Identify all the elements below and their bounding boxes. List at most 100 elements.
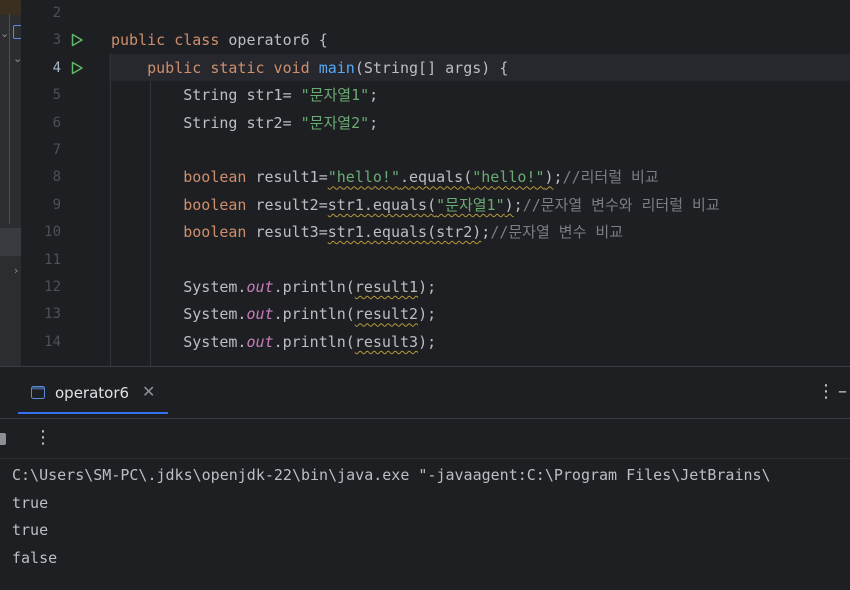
line-number[interactable]: 8	[23, 164, 61, 191]
code-token: "문자열1"	[436, 195, 505, 214]
code-token: String str1=	[111, 86, 301, 105]
code-token: str1.equals(str2)	[327, 223, 482, 242]
code-token: System.	[111, 305, 247, 324]
code-line[interactable]: System.out.println(result2);	[111, 301, 436, 328]
code-token: .equals(	[400, 168, 473, 187]
code-token: )	[504, 195, 514, 214]
run-tool-window: operator6 ✕ ⋮ – ⋮ C:\Users\SM-PC\.jdks\o…	[0, 366, 850, 590]
code-token: );	[418, 332, 437, 351]
code-token: System.	[111, 278, 247, 296]
line-number[interactable]: 2	[23, 0, 61, 27]
gutter-separator	[108, 0, 109, 366]
toolbar-separator	[0, 458, 850, 459]
more-options-icon[interactable]: ⋮	[817, 381, 835, 402]
code-token: String str2=	[111, 113, 301, 132]
line-number[interactable]: 14	[23, 329, 61, 356]
line-number[interactable]: 12	[23, 274, 61, 301]
line-number[interactable]: 10	[23, 219, 61, 246]
line-number[interactable]: 6	[23, 110, 61, 137]
code-token: //문자열 변수 비교	[490, 223, 624, 242]
code-token: .println(	[273, 332, 355, 351]
run-tab-label: operator6	[55, 384, 130, 402]
close-icon[interactable]: ✕	[142, 382, 155, 401]
run-icon[interactable]	[69, 32, 85, 48]
chevron-right-icon[interactable]: ›	[14, 264, 18, 277]
code-line[interactable]: System.out.println(result3);	[111, 329, 436, 356]
code-token: //리터럴 비교	[562, 168, 659, 187]
line-number[interactable]: 3	[23, 27, 61, 54]
project-tool-strip: ⌄ ⌄ ›	[0, 0, 21, 366]
chevron-down-icon[interactable]: ⌄	[0, 27, 9, 40]
code-editor[interactable]: 2 3 4 5 6 7 8 9 10 11 12 13 14 public class operator…	[23, 0, 850, 366]
chevron-icon[interactable]: ⌄	[13, 52, 21, 65]
code-token: out	[246, 305, 274, 324]
code-line[interactable]: boolean result2=str1.equals("문자열1");//문자…	[111, 192, 720, 219]
file-icon	[13, 25, 21, 39]
code-line[interactable]: String str1= "문자열1";	[111, 82, 378, 109]
code-token: result3	[354, 332, 419, 351]
code-token: "hello!"	[472, 168, 545, 187]
console-line: true	[12, 521, 49, 539]
code-token: out	[246, 278, 274, 296]
code-token: );	[418, 305, 437, 324]
run-icon[interactable]	[69, 60, 85, 76]
code-token: .println(	[273, 278, 355, 296]
code-token: public class	[111, 31, 229, 50]
code-token: operator6 {	[228, 31, 328, 50]
code-token: out	[246, 332, 274, 351]
code-token: main	[318, 58, 355, 77]
tree-guide-line	[9, 14, 10, 224]
console-line: true	[12, 493, 49, 512]
run-tab-operator6[interactable]: operator6 ✕	[18, 377, 168, 414]
code-token: "문자열1"	[300, 86, 370, 105]
code-line[interactable]: boolean result3=str1.equals(str2);//문자열 …	[111, 219, 623, 246]
console-output[interactable]: C:\Users\SM-PC\.jdks\openjdk-22\bin\java…	[12, 462, 850, 582]
line-number[interactable]: 7	[23, 137, 61, 164]
active-tab-indicator	[18, 412, 168, 414]
code-token: ;	[369, 86, 379, 105]
code-token: str1.equals(	[327, 195, 437, 214]
code-token: result1=	[255, 168, 328, 187]
code-token: System.	[111, 332, 247, 351]
code-token: .println(	[273, 305, 355, 324]
line-number[interactable]: 11	[23, 247, 61, 274]
console-icon	[31, 386, 45, 399]
code-token: ;	[369, 113, 379, 132]
code-line[interactable]: System.out.println(result1);	[111, 274, 436, 301]
code-token: );	[418, 278, 437, 296]
code-token: "문자열2"	[300, 113, 370, 132]
code-token: ;	[553, 168, 563, 187]
code-token: result2=	[255, 195, 328, 214]
code-token: public static void	[111, 58, 319, 77]
code-token: (String[] args) {	[354, 58, 509, 77]
code-line[interactable]: boolean result1="hello!".equals("hello!"…	[111, 164, 659, 191]
code-token: boolean	[111, 168, 256, 187]
editor-gutter: 2 3 4 5 6 7 8 9 10 11 12 13 14	[23, 0, 108, 366]
line-number[interactable]: 13	[23, 301, 61, 328]
console-line: C:\Users\SM-PC\.jdks\openjdk-22\bin\java…	[12, 466, 771, 484]
code-token: )	[544, 168, 554, 187]
minimize-icon[interactable]: –	[838, 381, 847, 402]
code-token: result3=	[255, 223, 328, 242]
run-tab-bar: operator6 ✕ ⋮ –	[0, 367, 850, 419]
code-line[interactable]: String str2= "문자열2";	[111, 110, 378, 137]
code-token: "hello!"	[327, 168, 400, 187]
code-token: boolean	[111, 223, 256, 242]
console-line: false	[12, 548, 58, 567]
code-token: //문자열 변수와 리터럴 비교	[522, 195, 720, 214]
project-row-highlight	[0, 0, 21, 15]
code-line[interactable]: public class operator6 {	[111, 27, 328, 54]
run-toolbar: ⋮	[0, 419, 850, 459]
code-token: ;	[481, 223, 491, 242]
selected-project-row[interactable]	[0, 228, 21, 256]
line-number[interactable]: 5	[23, 82, 61, 109]
code-token: result1	[354, 278, 419, 296]
code-token: boolean	[111, 195, 256, 214]
line-number[interactable]: 4	[23, 55, 61, 82]
code-line[interactable]: public static void main(String[] args) {	[111, 55, 508, 82]
code-token: ;	[513, 195, 523, 214]
line-number[interactable]: 9	[23, 192, 61, 219]
code-token: result2	[354, 305, 419, 324]
stop-icon[interactable]	[0, 433, 6, 445]
more-actions-icon[interactable]: ⋮	[34, 427, 52, 448]
